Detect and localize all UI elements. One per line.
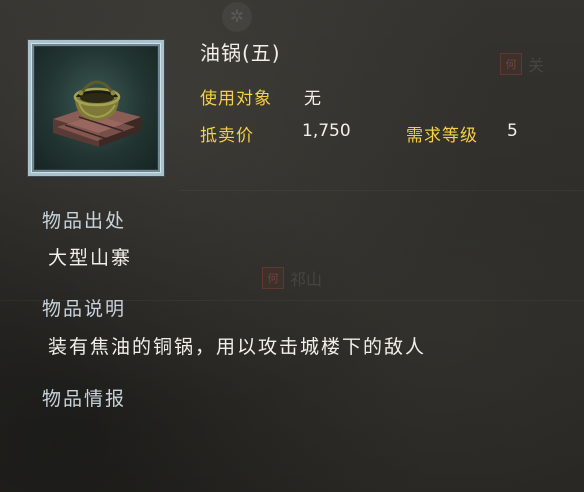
item-icon-frame	[28, 40, 164, 176]
source-title: 物品出处	[42, 210, 127, 232]
level-value: 5	[507, 121, 518, 141]
target-value: 无	[304, 89, 321, 109]
map-city-label: 何 关	[500, 52, 544, 76]
source-text: 大型山寨	[48, 247, 133, 269]
description-title: 物品说明	[42, 298, 127, 320]
faction-emblem-icon: ✲	[222, 2, 252, 32]
description-text: 装有焦油的铜锅，用以攻击城楼下的敌人	[48, 336, 427, 358]
item-detail-panel: ✲ 何 关 何 祁山 油锅(五) 使用对象 无 抵卖价 1,750 需求等级 5…	[0, 0, 584, 492]
price-label: 抵卖价	[200, 126, 254, 146]
target-label: 使用对象	[200, 89, 272, 109]
map-city-label: 何 祁山	[262, 266, 322, 290]
level-label: 需求等级	[406, 126, 478, 146]
map-divider	[180, 190, 584, 191]
oil-cauldron-icon	[34, 46, 158, 170]
info-title: 物品情报	[42, 388, 127, 410]
price-value: 1,750	[302, 121, 351, 141]
item-name: 油锅(五)	[200, 41, 281, 65]
city-seal-icon: 何	[500, 53, 522, 75]
city-seal-icon: 何	[262, 267, 284, 289]
